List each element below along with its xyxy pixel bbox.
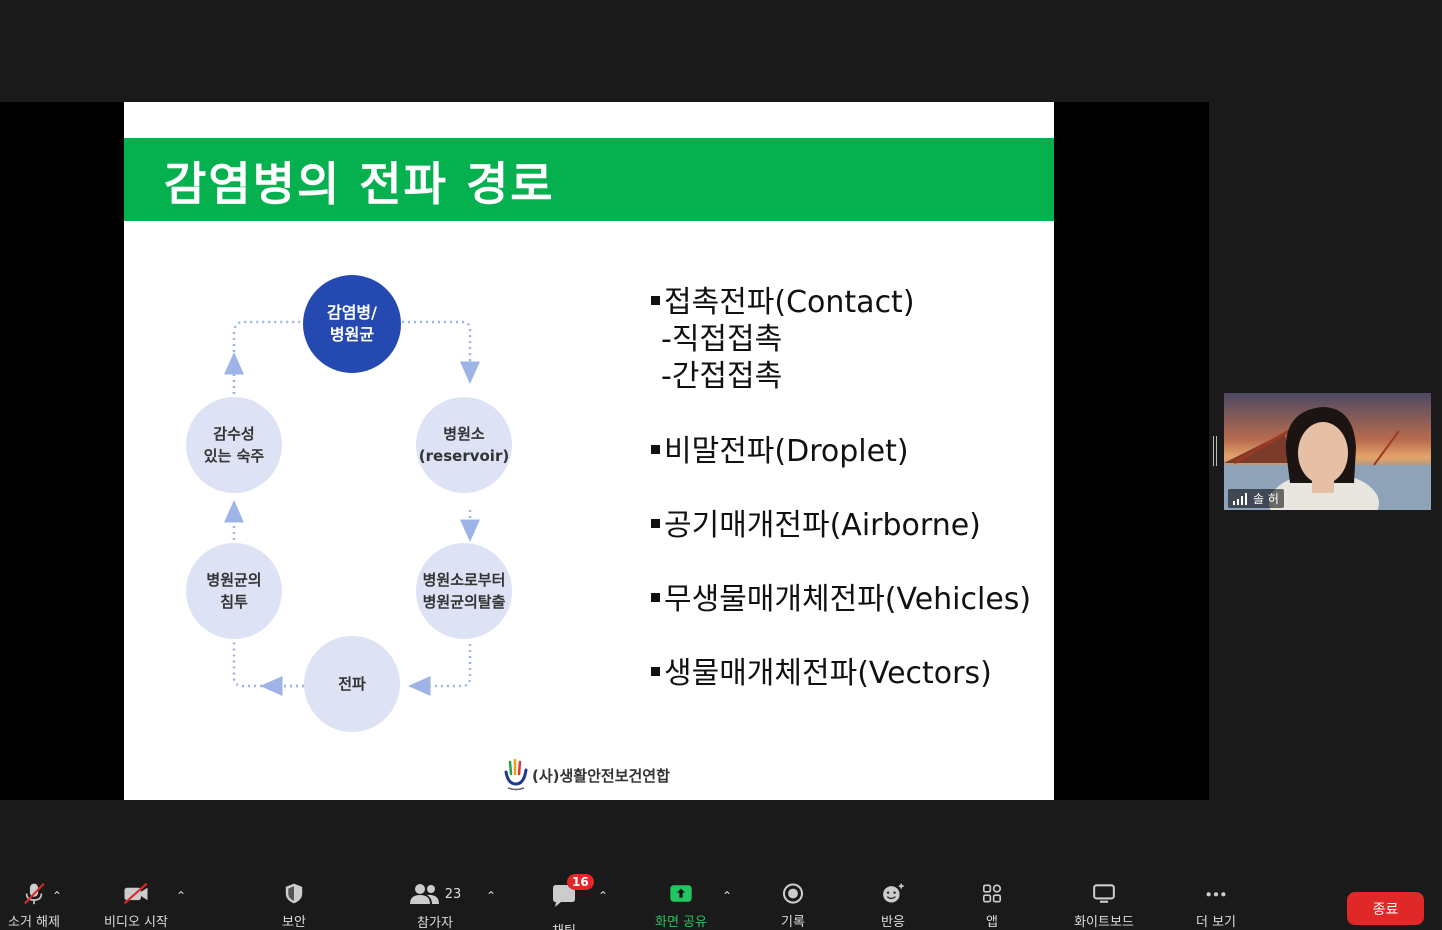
node-pathogen-line1: 감염병/ <box>327 303 377 322</box>
emoji-reaction-icon <box>883 883 904 903</box>
participant-name: 솔 허 <box>1253 492 1279 506</box>
whiteboard-button[interactable]: 화이트보드 <box>1064 882 1144 930</box>
bullet-vectors: 생물매개체전파(Vectors) <box>651 655 1051 692</box>
muted-microphone-icon <box>24 882 45 905</box>
node-exit-line2: 병원균의탈출 <box>423 593 506 611</box>
chat-options-chevron-icon[interactable]: ⌃ <box>598 889 608 903</box>
video-panel-drag-handle[interactable] <box>1213 436 1219 466</box>
node-host: 감수성 있는 숙주 <box>186 397 282 493</box>
node-host-line2: 있는 숙주 <box>204 447 265 465</box>
record-label: 기록 <box>781 915 805 930</box>
node-entry: 병원균의 침투 <box>186 543 282 639</box>
organization-logo: (사)생활안전보건연합 <box>502 758 670 792</box>
whiteboard-label: 화이트보드 <box>1074 915 1134 930</box>
hand-logo-icon <box>504 758 528 791</box>
connector-top-to-right <box>402 320 480 384</box>
reactions-button[interactable]: 반응 <box>872 882 914 930</box>
video-options-chevron-icon[interactable]: ⌃ <box>176 889 186 903</box>
signal-strength-icon <box>1233 492 1247 505</box>
more-dots-icon <box>1206 892 1226 897</box>
bullet-contact: 접촉전파(Contact) <box>651 284 1051 321</box>
node-transmission: 전파 <box>304 636 400 732</box>
video-off-icon <box>123 882 148 905</box>
security-label: 보안 <box>282 915 306 930</box>
connector-right-to-bottom <box>408 644 472 696</box>
node-host-line1: 감수성 <box>213 425 254 443</box>
whiteboard-icon <box>1093 884 1115 903</box>
chat-unread-badge: 16 <box>567 874 594 890</box>
participant-video-tile[interactable]: 솔 허 <box>1224 393 1431 510</box>
bullet-airborne: 공기매개전파(Airborne) <box>651 507 1051 544</box>
presentation-slide: 감염병의 전파 경로 감염병/ 병원균 병원소 (reservoir) 병원소로… <box>124 102 1054 800</box>
transmission-route-list: 접촉전파(Contact) -직접접촉 -간접접촉 비말전파(Droplet) … <box>651 284 1051 692</box>
start-video-label: 비디오 시작 <box>104 915 168 930</box>
share-screen-icon <box>670 885 692 902</box>
record-icon <box>782 883 804 904</box>
node-pathogen-line2: 병원균 <box>330 325 374 344</box>
bullet-droplet: 비말전파(Droplet) <box>651 433 1051 470</box>
share-screen-button[interactable]: 화면 공유 <box>646 882 716 930</box>
node-reservoir: 병원소 (reservoir) <box>416 397 512 493</box>
apps-icon <box>982 884 1002 903</box>
bullet-contact-direct: -직접접촉 <box>661 322 783 357</box>
participant-name-label: 솔 허 <box>1228 489 1284 508</box>
chat-button[interactable]: 16 채팅 <box>544 874 594 930</box>
connector-left-to-top <box>232 320 304 394</box>
participants-button[interactable]: 23 참가자 <box>400 882 470 930</box>
share-options-chevron-icon[interactable]: ⌃ <box>722 889 732 903</box>
node-exit-line1: 병원소로부터 <box>423 571 506 589</box>
slide-header-bar: 감염병의 전파 경로 <box>124 138 1054 221</box>
connector-bottom-to-left <box>232 642 304 688</box>
node-exit: 병원소로부터 병원균의탈출 <box>416 543 512 639</box>
shared-screen: 감염병의 전파 경로 감염병/ 병원균 병원소 (reservoir) 병원소로… <box>0 102 1209 800</box>
participants-label: 참가자 <box>417 916 453 930</box>
more-label: 더 보기 <box>1195 915 1236 930</box>
share-screen-label: 화면 공유 <box>655 915 707 930</box>
apps-button[interactable]: 앱 <box>976 882 1008 930</box>
participants-icon <box>409 884 439 904</box>
meeting-toolbar: 소거 해제 ⌃ 비디오 시작 ⌃ 보안 23 참가자 ⌃ 16 ⌃ 화면 공유 … <box>0 868 1442 930</box>
node-reservoir-line2: (reservoir) <box>419 447 509 465</box>
bullet-contact-indirect: -간접접촉 <box>661 359 783 394</box>
organization-name: (사)생활안전보건연합 <box>532 766 670 785</box>
audio-options-chevron-icon[interactable]: ⌃ <box>52 889 62 903</box>
reactions-label: 반응 <box>881 915 905 930</box>
unmute-label: 소거 해제 <box>8 915 60 930</box>
security-button[interactable]: 보안 <box>274 882 314 930</box>
node-transmission-label: 전파 <box>338 675 366 693</box>
chat-label: 채팅 <box>552 920 576 930</box>
node-entry-line1: 병원균의 <box>206 571 261 589</box>
shield-icon <box>285 883 303 904</box>
apps-label: 앱 <box>986 915 998 930</box>
more-button[interactable]: 더 보기 <box>1188 882 1244 930</box>
end-meeting-button[interactable]: 종료 <box>1347 892 1424 925</box>
node-entry-line2: 침투 <box>220 593 248 611</box>
node-reservoir-line1: 병원소 <box>443 425 485 443</box>
participants-options-chevron-icon[interactable]: ⌃ <box>486 889 496 903</box>
node-pathogen: 감염병/ 병원균 <box>303 275 401 373</box>
cycle-connectors <box>224 320 480 696</box>
start-video-button[interactable]: 비디오 시작 <box>96 882 176 930</box>
slide-title: 감염병의 전파 경로 <box>164 157 555 211</box>
record-button[interactable]: 기록 <box>772 882 814 930</box>
transmission-cycle-diagram: 감염병/ 병원균 병원소 (reservoir) 병원소로부터 병원균의탈출 전… <box>186 275 512 732</box>
participants-count: 23 <box>444 886 462 902</box>
zoom-meeting-window: 감염병의 전파 경로 감염병/ 병원균 병원소 (reservoir) 병원소로… <box>0 0 1442 930</box>
bullet-vehicles: 무생물매개체전파(Vehicles) <box>651 581 1051 618</box>
